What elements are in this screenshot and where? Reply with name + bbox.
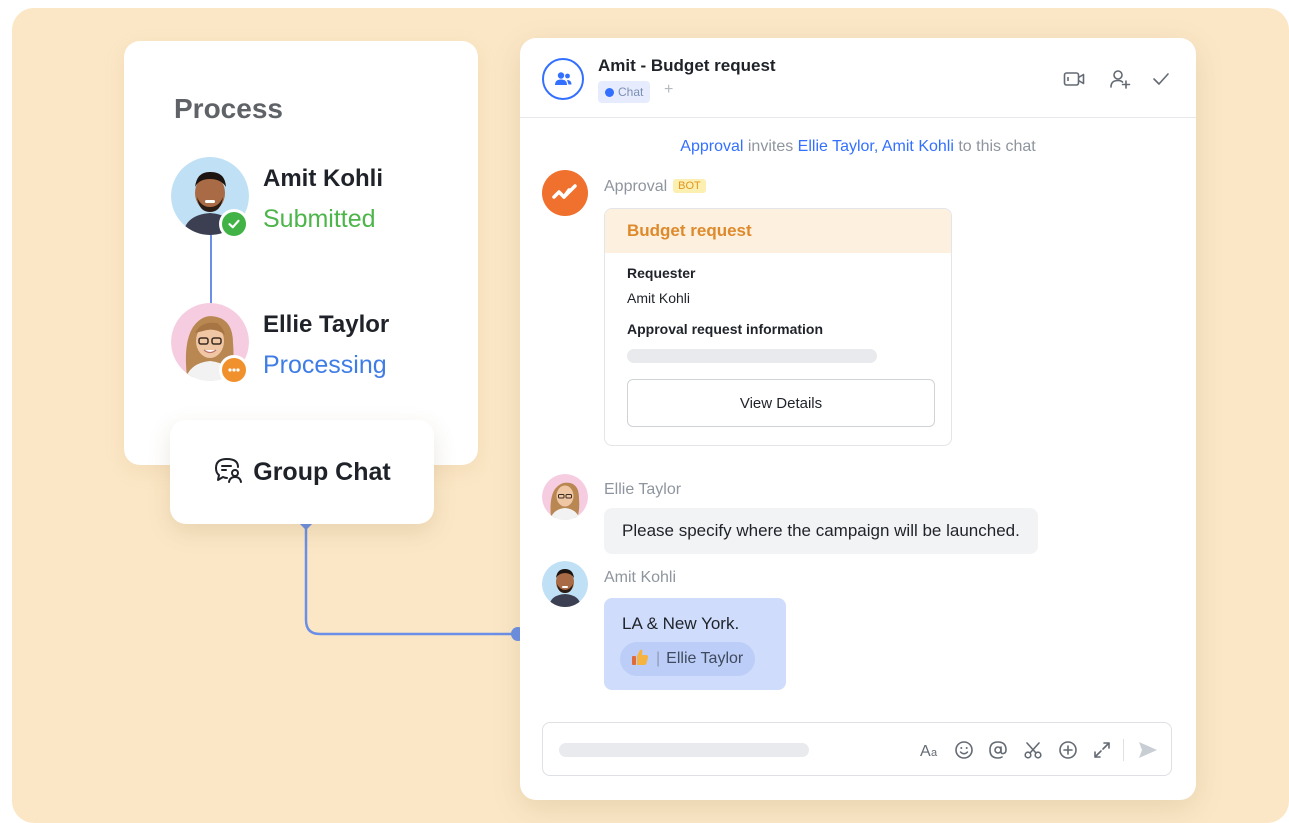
status-processing: Processing	[263, 351, 387, 379]
chat-title: Amit - Budget request	[598, 56, 776, 75]
message-text: LA & New York.	[622, 614, 740, 633]
scissors-icon[interactable]	[1020, 737, 1046, 763]
sender-name: Approval BOT	[604, 178, 706, 196]
sender-name: Amit Kohli	[604, 569, 677, 586]
amit-avatar[interactable]	[542, 561, 588, 607]
process-step-line	[210, 231, 212, 303]
group-chat-icon	[213, 456, 243, 489]
process-step-ellie[interactable]: Ellie Taylor Processing	[171, 303, 471, 385]
group-avatar-icon[interactable]	[542, 58, 584, 100]
check-icon	[219, 209, 249, 239]
checkmark-icon[interactable]	[1148, 66, 1174, 92]
video-icon[interactable]	[1061, 66, 1087, 92]
status-submitted: Submitted	[263, 205, 376, 233]
person-name: Amit Kohli	[263, 165, 383, 192]
chat-tab[interactable]: Chat	[598, 81, 651, 103]
more-icon	[219, 355, 249, 385]
add-tab-button[interactable]: +	[664, 81, 673, 99]
system-message: Approval invites Ellie Taylor, Amit Kohl…	[680, 138, 1036, 155]
reaction-by: Ellie Taylor	[666, 650, 744, 667]
message-composer[interactable]: Aa	[542, 722, 1172, 776]
invitee-link[interactable]: Ellie Taylor	[798, 138, 874, 155]
requester-value: Amit Kohli	[627, 290, 691, 306]
expand-icon[interactable]	[1089, 737, 1115, 763]
font-icon[interactable]: Aa	[918, 737, 944, 763]
message-input[interactable]	[559, 743, 809, 757]
info-placeholder	[627, 349, 877, 363]
message-bubble[interactable]: Please specify where the campaign will b…	[604, 508, 1038, 554]
chat-header: Amit - Budget request Chat +	[520, 38, 1196, 118]
emoji-icon[interactable]	[951, 737, 977, 763]
process-step-amit[interactable]: Amit Kohli Submitted	[171, 157, 471, 239]
invitee-link[interactable]: Amit Kohli	[882, 138, 954, 155]
svg-text:a: a	[931, 747, 938, 759]
group-chat-button[interactable]: Group Chat	[170, 420, 434, 524]
toolbar-divider	[1123, 739, 1124, 761]
chat-tag-label: Chat	[618, 85, 644, 99]
thumbs-up-icon	[630, 647, 650, 672]
send-icon[interactable]	[1135, 737, 1161, 763]
requester-label: Requester	[627, 265, 696, 281]
approval-bot-avatar[interactable]	[542, 170, 588, 216]
add-member-icon[interactable]	[1107, 66, 1133, 92]
group-chat-label: Group Chat	[253, 457, 391, 486]
sender-name: Ellie Taylor	[604, 481, 682, 498]
chat-tag-icon	[605, 87, 614, 97]
chat-window: Amit - Budget request Chat + Approval in…	[520, 38, 1196, 800]
approval-card: Budget request Requester Amit Kohli Appr…	[604, 208, 952, 446]
message-bubble[interactable]: LA & New York. | Ellie Taylor	[604, 598, 786, 690]
approval-link[interactable]: Approval	[680, 138, 743, 155]
process-panel: Process Amit Kohli Submitted Ellie Taylo…	[124, 41, 478, 465]
info-label: Approval request information	[627, 321, 824, 337]
ellie-avatar[interactable]	[542, 474, 588, 520]
person-name: Ellie Taylor	[263, 311, 390, 338]
bot-badge: BOT	[673, 179, 706, 193]
view-details-button[interactable]: View Details	[627, 379, 935, 427]
add-icon[interactable]	[1055, 737, 1081, 763]
mention-icon[interactable]	[985, 737, 1011, 763]
reaction-chip[interactable]: | Ellie Taylor	[620, 642, 756, 676]
process-title: Process	[174, 93, 283, 124]
card-title: Budget request	[605, 209, 951, 253]
svg-text:A: A	[920, 743, 931, 760]
